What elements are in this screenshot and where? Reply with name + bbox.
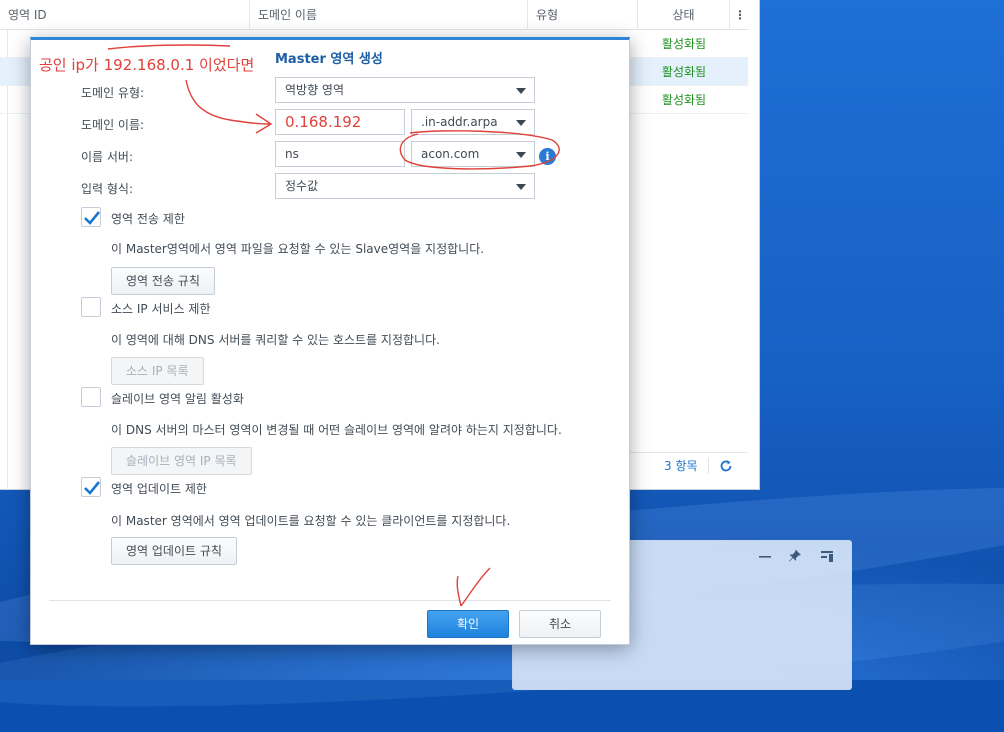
zone-table-header: 영역 ID 도메인 이름 유형 상태 ⋮ bbox=[0, 0, 748, 30]
zone-update-restrict-label: 영역 업데이트 제한 bbox=[111, 482, 207, 496]
domain-name-input[interactable]: 0.168.192 bbox=[275, 109, 405, 135]
name-server-input[interactable]: ns bbox=[275, 141, 405, 167]
dialog-title: Master 영역 생성 bbox=[275, 52, 383, 67]
input-format-select[interactable]: 정수값 bbox=[275, 173, 535, 199]
slave-zone-ip-list-button[interactable]: 슬레이브 영역 IP 목록 bbox=[111, 447, 252, 475]
chevron-down-icon bbox=[516, 184, 526, 190]
checkmark-icon bbox=[84, 211, 101, 225]
cancel-button[interactable]: 취소 bbox=[519, 610, 601, 638]
chevron-down-icon bbox=[516, 88, 526, 94]
domain-type-value: 역방향 영역 bbox=[285, 83, 345, 97]
domain-name-label: 도메인 이름: bbox=[81, 118, 145, 132]
domain-type-select[interactable]: 역방향 영역 bbox=[275, 77, 535, 103]
name-server-domain-value: acon.com bbox=[421, 147, 480, 161]
zone-transfer-description: 이 Master영역에서 영역 파일을 요청할 수 있는 Slave영역을 지정… bbox=[111, 242, 485, 256]
slave-notify-label: 슬레이브 영역 알림 활성화 bbox=[111, 392, 244, 406]
checkmark-icon bbox=[84, 481, 101, 495]
source-ip-description: 이 영역에 대해 DNS 서버를 쿼리할 수 있는 호스트를 지정합니다. bbox=[111, 333, 440, 347]
column-domain-name[interactable]: 도메인 이름 bbox=[250, 0, 528, 30]
column-menu-icon[interactable]: ⋮ bbox=[730, 0, 748, 30]
zone-update-description: 이 Master 영역에서 영역 업데이트를 요청할 수 있는 클라이언트를 지… bbox=[111, 514, 511, 528]
source-ip-restrict-checkbox[interactable] bbox=[81, 297, 101, 317]
status-badge: 활성화됨 bbox=[661, 37, 707, 51]
domain-type-label: 도메인 유형: bbox=[81, 86, 145, 100]
info-icon[interactable]: i bbox=[539, 148, 556, 165]
name-server-label: 이름 서버: bbox=[81, 150, 134, 164]
column-zone-id[interactable]: 영역 ID bbox=[0, 0, 250, 30]
create-master-zone-dialog: Master 영역 생성 공인 ip가 192.168.0.1 이었다면 도메인… bbox=[30, 37, 630, 645]
table-footer: 3 항목 bbox=[630, 452, 748, 478]
column-type[interactable]: 유형 bbox=[528, 0, 638, 30]
slave-notify-checkbox[interactable] bbox=[81, 387, 101, 407]
input-format-label: 입력 형식: bbox=[81, 182, 134, 196]
status-badge: 활성화됨 bbox=[661, 65, 707, 79]
name-server-domain-select[interactable]: acon.com bbox=[411, 141, 535, 167]
refresh-icon[interactable] bbox=[719, 459, 733, 473]
slave-notify-description: 이 DNS 서버의 마스터 영역이 변경될 때 어떤 슬레이브 영역에 알려야 … bbox=[111, 423, 562, 437]
chevron-down-icon bbox=[516, 152, 526, 158]
chevron-down-icon bbox=[516, 120, 526, 126]
pin-icon[interactable] bbox=[787, 549, 803, 565]
handwritten-annotation: 공인 ip가 192.168.0.1 이었다면 bbox=[39, 56, 255, 74]
domain-suffix-value: .in-addr.arpa bbox=[421, 115, 498, 129]
zone-update-rules-button[interactable]: 영역 업데이트 규칙 bbox=[111, 537, 237, 565]
status-badge: 활성화됨 bbox=[661, 93, 707, 107]
layout-icon[interactable] bbox=[819, 549, 835, 565]
zone-transfer-restrict-checkbox[interactable] bbox=[81, 207, 101, 227]
zone-transfer-rules-button[interactable]: 영역 전송 규칙 bbox=[111, 267, 215, 295]
ok-button[interactable]: 확인 bbox=[427, 610, 509, 638]
domain-suffix-select[interactable]: .in-addr.arpa bbox=[411, 109, 535, 135]
item-count: 3 항목 bbox=[664, 459, 698, 473]
minimize-icon[interactable] bbox=[757, 549, 773, 565]
source-ip-list-button[interactable]: 소스 IP 목록 bbox=[111, 357, 204, 385]
column-status[interactable]: 상태 bbox=[638, 0, 730, 30]
footer-divider bbox=[707, 457, 709, 474]
source-ip-restrict-label: 소스 IP 서비스 제한 bbox=[111, 302, 211, 316]
footer-divider bbox=[49, 600, 611, 601]
input-format-value: 정수값 bbox=[285, 179, 319, 193]
zone-transfer-restrict-label: 영역 전송 제한 bbox=[111, 212, 185, 226]
zone-update-restrict-checkbox[interactable] bbox=[81, 477, 101, 497]
